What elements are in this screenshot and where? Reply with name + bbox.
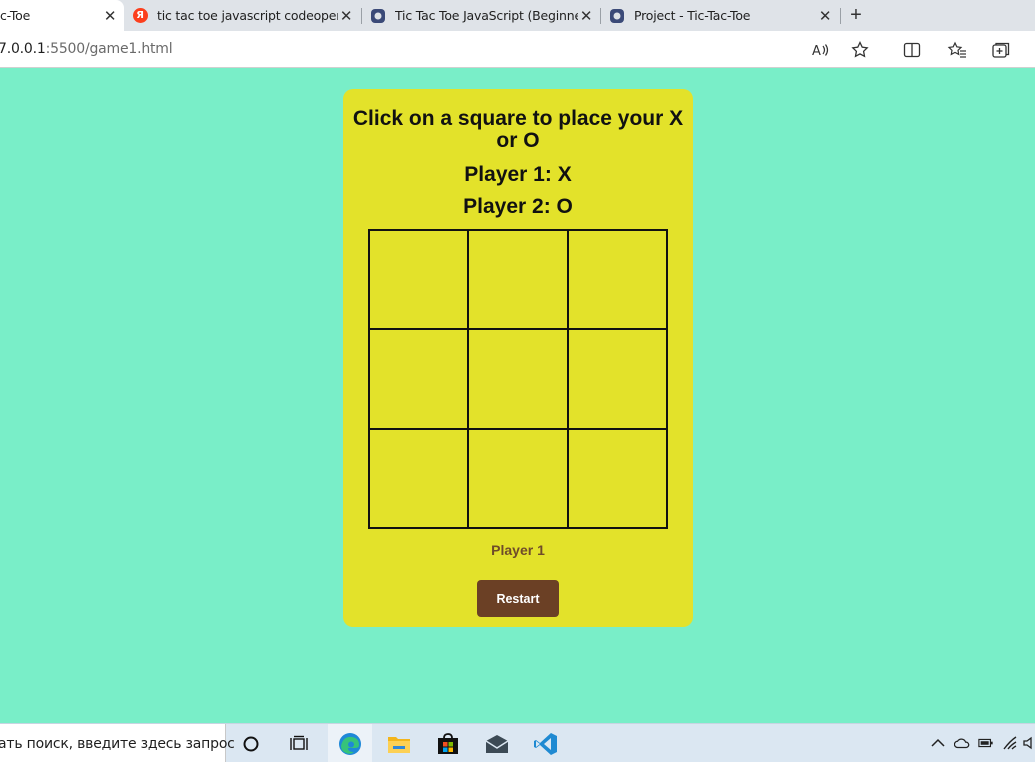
url-path: :5500/game1.html (45, 41, 173, 57)
tab-close-icon[interactable]: ✕ (338, 7, 354, 25)
address-bar: 7.0.0.1:5500/game1.html A (0, 31, 1035, 68)
game-board (368, 229, 668, 529)
tab-close-icon[interactable]: ✕ (578, 7, 594, 25)
restart-button[interactable]: Restart (477, 580, 559, 617)
browser-tab-strip: c-Toe ✕ Я tic tac toe javascript codeope… (0, 0, 1035, 31)
new-tab-button[interactable]: + (846, 5, 866, 26)
cortana-icon[interactable] (239, 732, 263, 756)
tab-separator (840, 8, 841, 24)
taskbar-search-box[interactable]: ать поиск, введите здесь запрос (0, 724, 235, 762)
tab-title: Tic Tac Toe JavaScript (Beginner F (395, 8, 578, 23)
collections-icon[interactable] (991, 40, 1011, 60)
instructions-heading: Click on a square to place your X or O (352, 107, 684, 152)
tab-yandex-search[interactable]: Я tic tac toe javascript codeopen — ✕ (124, 0, 360, 31)
turn-status: Player 1 (491, 542, 545, 558)
vscode-icon[interactable] (534, 732, 558, 756)
board-cell-4[interactable] (370, 330, 470, 430)
read-aloud-icon[interactable]: A (810, 40, 830, 60)
search-placeholder: ать поиск, введите здесь запрос (0, 736, 235, 752)
chevron-up-icon[interactable] (930, 735, 946, 751)
taskbar: ать поиск, введите здесь запрос (0, 723, 1035, 762)
store-icon[interactable] (436, 732, 460, 756)
board-cell-6[interactable] (568, 330, 668, 430)
board-cell-9[interactable] (568, 429, 668, 529)
board-cell-3[interactable] (568, 231, 668, 331)
task-view-icon[interactable] (287, 732, 311, 756)
player-1-label: Player 1: X (464, 163, 572, 186)
volume-icon[interactable] (1022, 735, 1035, 751)
site-icon (609, 8, 625, 24)
url-field[interactable]: 7.0.0.1:5500/game1.html (0, 41, 173, 57)
board-cell-5[interactable] (469, 330, 569, 430)
onedrive-icon[interactable] (954, 735, 970, 751)
board-cell-7[interactable] (370, 429, 470, 529)
mail-icon[interactable] (485, 732, 509, 756)
svg-text:A: A (812, 44, 821, 58)
file-explorer-icon[interactable] (387, 732, 411, 756)
tab-close-icon[interactable]: ✕ (817, 7, 833, 25)
tab-title: tic tac toe javascript codeopen — (157, 8, 338, 23)
tab-project-tic-tac-toe[interactable]: Project - Tic-Tac-Toe ✕ (601, 0, 839, 31)
board-cell-2[interactable] (469, 231, 569, 331)
battery-icon[interactable] (978, 735, 994, 751)
site-icon (370, 8, 386, 24)
wifi-icon[interactable] (1002, 735, 1018, 751)
player-2-label: Player 2: O (463, 195, 573, 218)
game-card: Click on a square to place your X or O P… (343, 89, 693, 627)
board-cell-1[interactable] (370, 231, 470, 331)
tab-title: c-Toe (0, 8, 31, 23)
yandex-icon: Я (132, 8, 148, 24)
board-cell-8[interactable] (469, 429, 569, 529)
tab-close-icon[interactable]: ✕ (102, 7, 118, 25)
tab-title: Project - Tic-Tac-Toe (634, 8, 751, 23)
split-screen-icon[interactable] (902, 40, 922, 60)
url-host: 7.0.0.1 (0, 41, 46, 57)
tab-tic-tac-toe-local[interactable]: c-Toe ✕ (0, 0, 124, 31)
favorite-star-icon[interactable] (850, 40, 870, 60)
tab-tic-tac-toe-beginner[interactable]: Tic Tac Toe JavaScript (Beginner F ✕ (362, 0, 600, 31)
favorites-icon[interactable] (947, 40, 967, 60)
edge-icon[interactable] (338, 732, 362, 756)
